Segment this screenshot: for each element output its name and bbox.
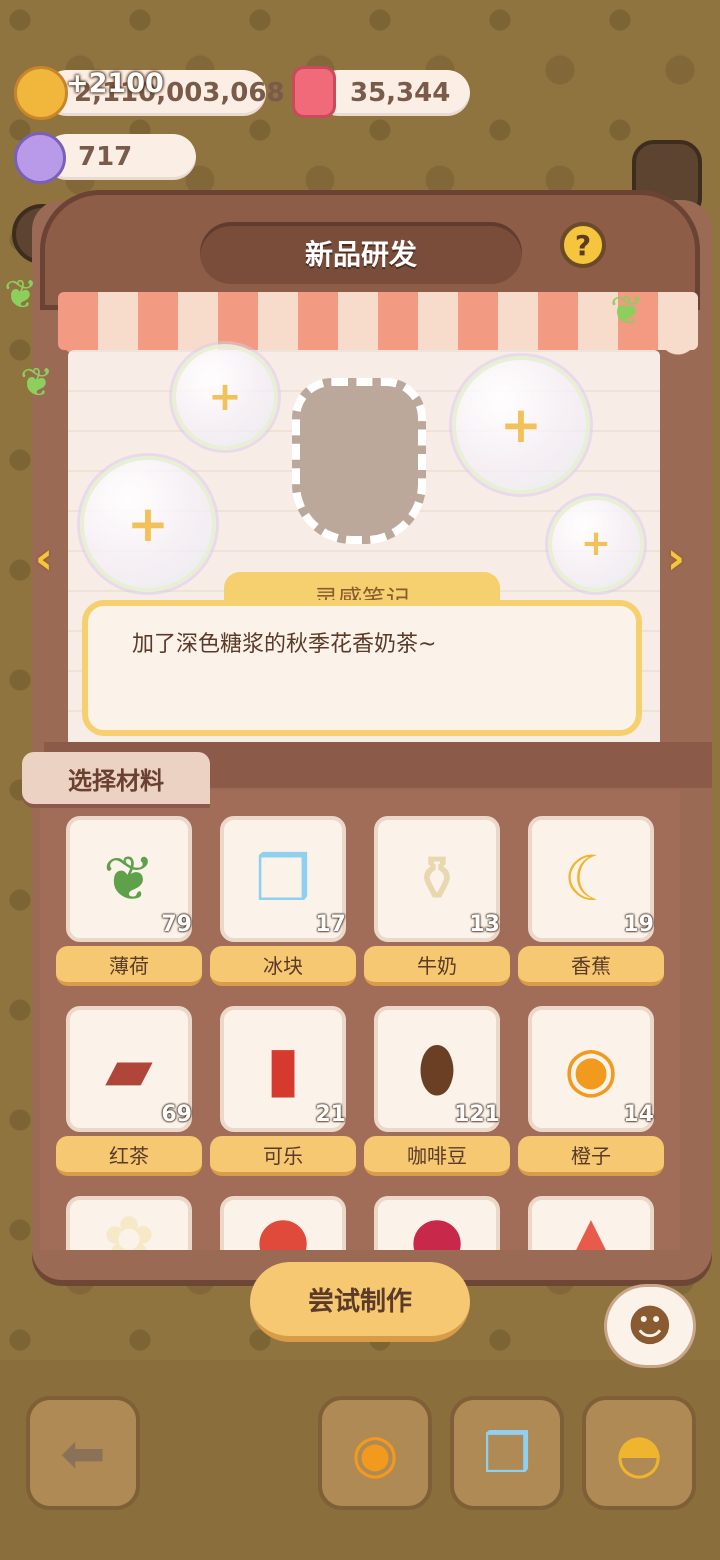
vine-leaf-icon: ❦ (4, 272, 38, 318)
ingredient-count: 19 (623, 912, 654, 937)
help-button[interactable]: ? (560, 222, 606, 268)
plus-icon: + (127, 495, 169, 553)
ice-box-button[interactable]: ❒ (450, 1396, 564, 1510)
ice-box-icon: ❒ (482, 1421, 532, 1485)
ingredient-count: 69 (161, 1102, 192, 1127)
ingredient-slot-4[interactable]: + (548, 496, 644, 592)
banana-icon: ☾ (563, 842, 619, 915)
gem-counter: 717 (44, 134, 196, 180)
watermelon-icon: ▲ (567, 1202, 615, 1251)
gem-value: 717 (78, 142, 133, 172)
prev-arrow-icon[interactable]: ‹ (24, 528, 64, 588)
ingredient-label: 薄荷 (56, 946, 202, 986)
ingredient-slot-2[interactable]: + (80, 456, 216, 592)
raspberry-icon: ● (409, 1202, 465, 1251)
ingredient-item-banana[interactable]: ☾ 19 香蕉 (518, 816, 670, 996)
title-plate: 新品研发 (200, 222, 522, 284)
ingredient-count: 79 (161, 912, 192, 937)
ingredient-item-ice[interactable]: ❒ 17 冰块 (210, 816, 362, 996)
candle-counter: 35,344 (316, 70, 470, 116)
ingredient-slot-1[interactable]: + (172, 344, 278, 450)
ice-cube-icon: ❒ (255, 842, 311, 915)
fruit-basket-button[interactable]: ◉ (318, 1396, 432, 1510)
candle-value: 35,344 (350, 78, 451, 108)
ingredient-item-black-tea[interactable]: ▰ 69 红茶 (56, 1006, 208, 1186)
plus-icon: + (580, 523, 612, 564)
next-arrow-icon[interactable]: › (656, 528, 696, 588)
plus-icon: + (500, 396, 542, 454)
ingredient-card: ● (374, 1196, 500, 1250)
ingredient-label: 香蕉 (518, 946, 664, 986)
crystal-gem-icon (14, 132, 66, 184)
strawberry-icon: ● (255, 1202, 311, 1251)
fruit-basket-icon: ◉ (351, 1421, 399, 1485)
ingredient-label: 橙子 (518, 1136, 664, 1176)
ingredient-item-orange[interactable]: ◉ 14 橙子 (518, 1006, 670, 1186)
raccoon-chat-button[interactable]: ☻ (604, 1284, 696, 1368)
ingredient-item-raspberry[interactable]: ● (364, 1196, 516, 1250)
ingredient-slot-3[interactable]: + (452, 356, 590, 494)
inspiration-note: 加了深色糖浆的秋季花香奶茶~ (82, 600, 642, 736)
ingredient-item-strawberry[interactable]: ● (210, 1196, 362, 1250)
ingredient-label: 牛奶 (364, 946, 510, 986)
mint-icon: ❦ (103, 842, 155, 915)
ingredient-item-coffee-bean[interactable]: ⬮ 121 咖啡豆 (364, 1006, 516, 1186)
cookie-coin-icon (14, 66, 68, 120)
candle-icon (292, 66, 336, 118)
coin-gain-popup: +2100 (66, 68, 164, 99)
orange-icon: ◉ (563, 1032, 619, 1105)
panel-title: 新品研发 (304, 238, 417, 271)
product-silhouette (292, 378, 426, 544)
ingredient-card: ● (220, 1196, 346, 1250)
plus-icon: + (208, 374, 242, 420)
try-make-button[interactable]: 尝试制作 (250, 1262, 470, 1342)
ingredient-label: 咖啡豆 (364, 1136, 510, 1176)
ingredient-card: ✿ (66, 1196, 192, 1250)
ingredient-grid: ❦ 79 薄荷 ❒ 17 冰块 ⚱ 13 牛奶 ☾ 19 香蕉 ▰ 69 红茶 … (40, 790, 680, 1250)
milk-jug-icon: ⚱ (411, 842, 463, 915)
hard-hat-icon: ◓ (615, 1421, 663, 1485)
cola-can-icon: ▮ (265, 1032, 301, 1105)
ingredient-count: 17 (315, 912, 346, 937)
ingredient-count: 13 (469, 912, 500, 937)
ingredient-count: 14 (623, 1102, 654, 1127)
ingredient-count: 21 (315, 1102, 346, 1127)
ingredient-count: 121 (454, 1102, 500, 1127)
ingredient-item-milk[interactable]: ⚱ 13 牛奶 (364, 816, 516, 996)
ingredient-item-cola[interactable]: ▮ 21 可乐 (210, 1006, 362, 1186)
hat-button[interactable]: ◓ (582, 1396, 696, 1510)
vine-leaf-icon: ❦ (610, 288, 644, 334)
black-tea-icon: ▰ (105, 1032, 153, 1105)
vine-leaf-icon: ❦ (20, 360, 54, 406)
inspiration-text: 加了深色糖浆的秋季花香奶茶~ (132, 632, 437, 657)
ingredient-label: 红茶 (56, 1136, 202, 1176)
flower-icon: ✿ (103, 1202, 155, 1251)
ingredient-label: 可乐 (210, 1136, 356, 1176)
select-materials-tab: 选择材料 (22, 752, 210, 804)
ingredient-card: ▲ (528, 1196, 654, 1250)
ingredient-label: 冰块 (210, 946, 356, 986)
ingredient-item-mint[interactable]: ❦ 79 薄荷 (56, 816, 208, 996)
back-button[interactable]: ⬅ (26, 1396, 140, 1510)
ingredient-item-flower[interactable]: ✿ (56, 1196, 208, 1250)
ingredient-item-watermelon[interactable]: ▲ (518, 1196, 670, 1250)
back-arrow-icon: ⬅ (60, 1421, 106, 1485)
raccoon-avatar-icon: ☻ (627, 1301, 673, 1352)
coffee-bean-icon: ⬮ (417, 1032, 457, 1105)
